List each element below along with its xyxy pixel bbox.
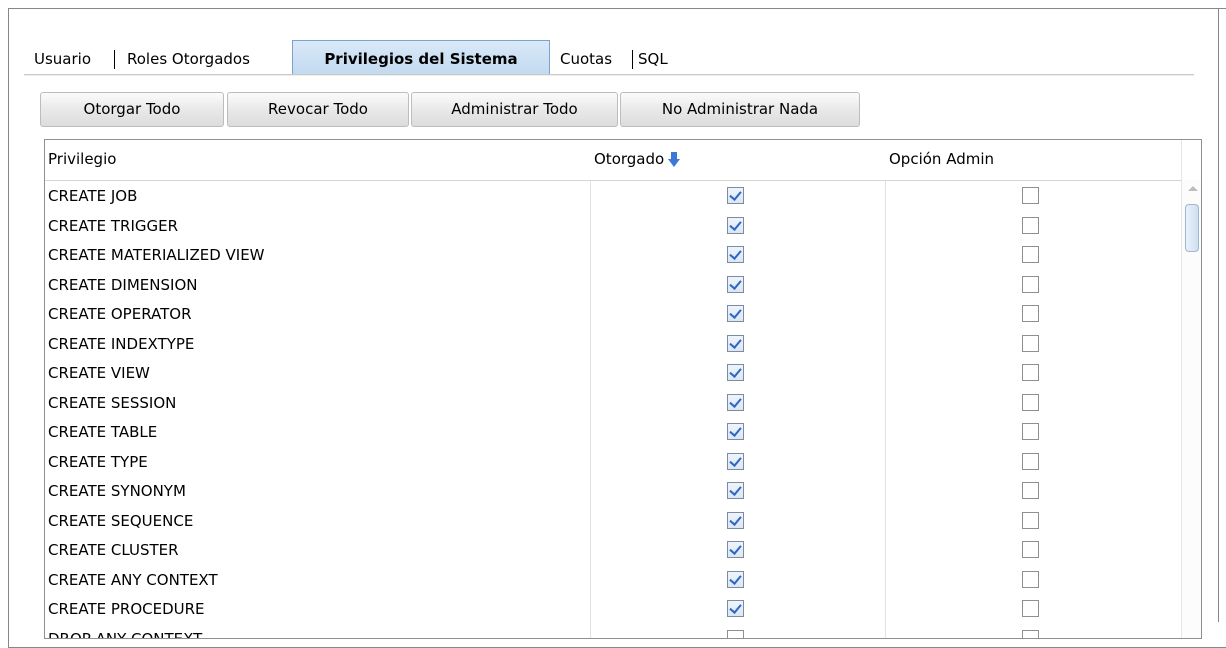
granted-checkbox[interactable] [727, 600, 744, 617]
admin-option-checkbox[interactable] [1022, 629, 1039, 638]
header-privilegio[interactable]: Privilegio [45, 140, 590, 180]
granted-checkbox[interactable] [727, 187, 744, 204]
table-row[interactable]: CREATE TYPE [45, 447, 1181, 476]
table-row[interactable]: CREATE SYNONYM [45, 476, 1181, 505]
table-row[interactable]: CREATE JOB [45, 181, 1181, 210]
privilege-name: CREATE TABLE [48, 423, 158, 441]
privilege-name: CREATE VIEW [48, 364, 150, 382]
granted-checkbox[interactable] [727, 305, 744, 322]
privilege-name: CREATE PROCEDURE [48, 600, 205, 618]
tab-cuotas[interactable]: Cuotas [560, 46, 612, 72]
revoke-all-button[interactable]: Revocar Todo [227, 92, 409, 127]
table-row[interactable]: CREATE ANY CONTEXT [45, 565, 1181, 594]
admin-option-checkbox[interactable] [1022, 482, 1039, 499]
admin-option-checkbox[interactable] [1022, 275, 1039, 293]
admin-option-checkbox[interactable] [1022, 452, 1039, 470]
granted-checkbox[interactable] [727, 570, 744, 588]
privilege-name: CREATE OPERATOR [48, 305, 192, 323]
privilege-name: CREATE TRIGGER [48, 216, 179, 235]
granted-checkbox[interactable] [727, 629, 744, 638]
admin-option-checkbox[interactable] [1022, 393, 1039, 411]
sort-descending-icon [668, 151, 681, 168]
table-row[interactable]: CREATE TABLE [45, 417, 1181, 446]
privilege-name: CREATE INDEXTYPE [48, 334, 195, 353]
granted-checkbox[interactable] [727, 423, 744, 440]
privilege-name: CREATE SYNONYM [48, 482, 186, 500]
header-otorgado[interactable]: Otorgado [591, 140, 885, 180]
privilege-name: CREATE DIMENSION [48, 275, 198, 294]
privilege-name: CREATE ANY CONTEXT [48, 570, 218, 589]
header-opcion-admin[interactable]: Opción Admin [886, 140, 1181, 180]
table-header: Privilegio Otorgado Opción Admin [45, 140, 1181, 181]
admin-all-button[interactable]: Administrar Todo [411, 92, 618, 127]
granted-checkbox[interactable] [727, 482, 744, 499]
tab-privilegios-del-sistema[interactable]: Privilegios del Sistema [292, 40, 550, 75]
header-privilegio-label: Privilegio [48, 150, 117, 168]
admin-option-checkbox[interactable] [1022, 423, 1039, 440]
table-row[interactable]: CREATE INDEXTYPE [45, 329, 1181, 358]
granted-checkbox[interactable] [727, 452, 744, 470]
table-row[interactable]: CREATE SEQUENCE [45, 506, 1181, 535]
vertical-scrollbar[interactable] [1181, 180, 1201, 638]
granted-checkbox[interactable] [727, 364, 744, 381]
privilege-name: CREATE CLUSTER [48, 541, 179, 559]
admin-option-checkbox[interactable] [1022, 541, 1039, 558]
granted-checkbox[interactable] [727, 393, 744, 411]
admin-option-checkbox[interactable] [1022, 364, 1039, 381]
tab-usuario[interactable]: Usuario [34, 46, 91, 72]
tab-strip-border [24, 75, 1194, 76]
panel-border [1218, 8, 1219, 622]
table-row[interactable]: DROP ANY CONTEXT [45, 624, 1181, 639]
header-opcion-admin-label: Opción Admin [889, 150, 994, 168]
granted-checkbox[interactable] [727, 246, 744, 263]
privileges-table: Privilegio Otorgado Opción Admin CREATE … [44, 139, 1202, 639]
granted-checkbox[interactable] [727, 275, 744, 293]
tab-roles-otorgados[interactable]: Roles Otorgados [127, 46, 250, 72]
granted-checkbox[interactable] [727, 334, 744, 352]
grant-all-button[interactable]: Otorgar Todo [40, 92, 224, 127]
admin-option-checkbox[interactable] [1022, 216, 1039, 234]
table-row[interactable]: CREATE VIEW [45, 358, 1181, 387]
scrollbar-thumb[interactable] [1185, 204, 1199, 252]
scroll-up-arrow-icon[interactable] [1188, 186, 1198, 191]
privileges-toolbar: Otorgar Todo Revocar Todo Administrar To… [40, 92, 860, 127]
admin-option-checkbox[interactable] [1022, 570, 1039, 588]
tab-separator [632, 50, 633, 69]
admin-option-checkbox[interactable] [1022, 305, 1039, 322]
table-row[interactable]: CREATE SESSION [45, 388, 1181, 417]
privilege-name: CREATE MATERIALIZED VIEW [48, 246, 265, 264]
table-row[interactable]: CREATE CLUSTER [45, 535, 1181, 564]
admin-option-checkbox[interactable] [1022, 246, 1039, 263]
admin-option-checkbox[interactable] [1022, 187, 1039, 204]
privilege-name: CREATE JOB [48, 187, 138, 205]
admin-option-checkbox[interactable] [1022, 600, 1039, 617]
scrollbar-header-cap [1181, 140, 1201, 180]
admin-option-checkbox[interactable] [1022, 334, 1039, 352]
granted-checkbox[interactable] [727, 216, 744, 234]
table-row[interactable]: CREATE TRIGGER [45, 211, 1181, 240]
tab-separator [114, 50, 115, 69]
tab-sql[interactable]: SQL [638, 46, 668, 72]
admin-option-checkbox[interactable] [1022, 511, 1039, 529]
header-otorgado-label: Otorgado [594, 150, 665, 168]
table-row[interactable]: CREATE OPERATOR [45, 299, 1181, 328]
admin-none-button[interactable]: No Administrar Nada [620, 92, 860, 127]
granted-checkbox[interactable] [727, 541, 744, 558]
table-row[interactable]: CREATE DIMENSION [45, 270, 1181, 299]
privilege-name: CREATE SEQUENCE [48, 511, 194, 530]
privilege-name: CREATE SESSION [48, 393, 177, 412]
privilege-name: DROP ANY CONTEXT [48, 629, 203, 639]
table-row[interactable]: CREATE PROCEDURE [45, 594, 1181, 623]
privilege-name: CREATE TYPE [48, 452, 148, 471]
granted-checkbox[interactable] [727, 511, 744, 529]
table-row[interactable]: CREATE MATERIALIZED VIEW [45, 240, 1181, 269]
